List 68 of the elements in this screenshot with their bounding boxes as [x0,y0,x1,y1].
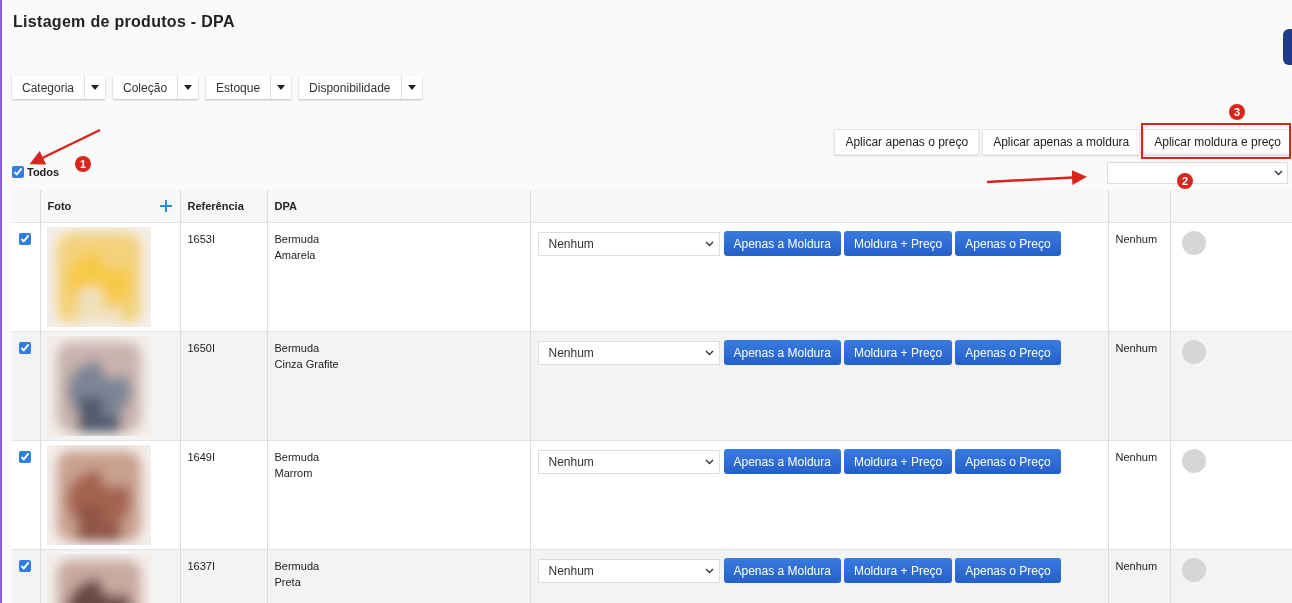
caret-icon [407,85,416,90]
row-checkbox[interactable] [19,233,31,245]
filter-dropdown[interactable]: Coleção [113,76,199,99]
apply-button[interactable]: Moldura + Preço [843,231,953,256]
column-header: DPA [274,200,297,212]
product-variant: Amarela [274,248,317,263]
chevron-icon [1274,170,1283,176]
reference-text: 1637I [187,559,217,574]
apply-button[interactable]: Moldura + Preço [843,340,953,365]
product-name: Bermuda [274,559,321,574]
plus-icon[interactable] [159,200,172,212]
step-marker: 2 [1177,173,1193,189]
apply-button[interactable]: Moldura + Preço [843,449,953,474]
product-variant: Cinza Grafite [274,357,340,372]
page-title: Listagem de produtos - DPA [13,13,235,31]
column-header: Referência [187,200,244,212]
frame-select[interactable]: Nenhum [537,340,720,365]
bulk-action-button[interactable]: Aplicar apenas o preço [834,129,980,155]
row-checkbox[interactable] [19,342,31,354]
reference-text: 1649I [187,450,217,465]
apply-button[interactable]: Apenas a Moldura [723,231,841,256]
bulk-action-button[interactable]: Aplicar moldura e preço [1143,129,1292,155]
chevron-icon [704,567,714,574]
caret-icon [277,85,286,90]
status-text: Nenhum [1115,450,1159,465]
select-all-label: Todos [27,166,60,178]
side-tab[interactable] [1283,29,1292,65]
apply-button[interactable]: Apenas a Moldura [723,558,841,583]
bulk-action-button[interactable]: Aplicar apenas a moldura [982,129,1141,155]
frame-select[interactable]: Nenhum [537,231,720,256]
caret-icon [184,85,193,90]
apply-button[interactable]: Apenas o Preço [955,340,1061,365]
status-text: Nenhum [1115,341,1159,356]
filter-dropdown[interactable]: Disponibilidade [299,76,422,99]
select-all-checkbox[interactable] [12,166,24,178]
chevron-icon [704,240,714,247]
column-header: Foto [47,200,72,212]
caret-icon [91,85,100,90]
reference-text: 1650I [187,341,217,356]
apply-button[interactable]: Apenas a Moldura [723,340,841,365]
step-marker: 3 [1229,104,1245,120]
product-variant: Preta [274,575,302,590]
blurred-circle [1181,340,1206,364]
product-name: Bermuda [274,232,321,247]
product-name: Bermuda [274,341,321,356]
status-text: Nenhum [1115,559,1159,574]
row-checkbox[interactable] [19,451,31,463]
chevron-icon [704,458,714,465]
frame-select[interactable]: Nenhum [537,558,720,583]
row-checkbox[interactable] [19,560,31,572]
chevron-icon [704,349,714,356]
blurred-circle [1181,231,1206,255]
step-marker: 1 [75,156,91,172]
filter-dropdown[interactable]: Categoria [12,76,106,99]
blurred-circle [1181,558,1206,582]
apply-button[interactable]: Apenas o Preço [955,231,1061,256]
apply-button[interactable]: Apenas o Preço [955,558,1061,583]
apply-button[interactable]: Apenas a Moldura [723,449,841,474]
status-text: Nenhum [1115,232,1159,247]
frame-select[interactable]: Nenhum [537,449,720,474]
product-name: Bermuda [274,450,321,465]
blurred-circle [1181,449,1206,473]
apply-button[interactable]: Moldura + Preço [843,558,953,583]
reference-text: 1653I [187,232,217,247]
filter-dropdown[interactable]: Estoque [206,76,292,99]
product-variant: Marrom [274,466,314,481]
apply-button[interactable]: Apenas o Preço [955,449,1061,474]
bulk-select[interactable] [1107,162,1288,184]
